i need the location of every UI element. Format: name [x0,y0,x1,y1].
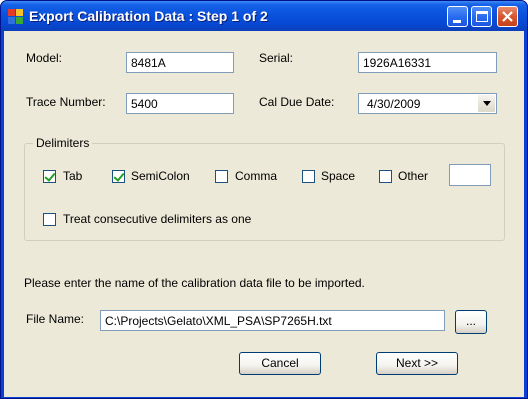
app-icon [8,9,23,24]
comma-checkbox-label[interactable]: Comma [235,169,277,183]
space-checkbox-label[interactable]: Space [321,169,355,183]
trace-number-label: Trace Number: [26,95,106,109]
serial-label: Serial: [259,51,294,65]
model-field[interactable]: 8481A [126,52,234,73]
semicolon-checkbox-label[interactable]: SemiColon [131,169,190,183]
minimize-button[interactable] [447,6,468,27]
title-bar[interactable]: Export Calibration Data : Step 1 of 2 [1,1,527,31]
cancel-button[interactable]: Cancel [239,352,321,375]
consecutive-delimiters-checkbox[interactable] [43,213,56,226]
delimiters-group: Delimiters Tab SemiColon Comma Space Oth… [24,136,505,241]
close-icon [502,11,513,22]
other-checkbox[interactable] [379,170,392,183]
instructions-text: Please enter the name of the calibration… [24,276,365,290]
file-name-field[interactable]: C:\Projects\Gelato\XML_PSA\SP7265H.txt [100,310,445,331]
maximize-icon [476,11,488,22]
maximize-button[interactable] [471,6,492,27]
space-checkbox[interactable] [302,170,315,183]
model-label: Model: [26,51,63,65]
cal-due-date-label: Cal Due Date: [259,95,335,109]
date-dropdown-button[interactable] [478,95,495,112]
export-calibration-window: Export Calibration Data : Step 1 of 2 Mo… [0,0,528,399]
comma-checkbox[interactable] [215,170,228,183]
window-title: Export Calibration Data : Step 1 of 2 [29,8,268,24]
cal-due-date-value: 4/30/2009 [367,97,421,111]
trace-number-field[interactable]: 5400 [126,93,234,114]
file-name-label: File Name: [26,312,85,326]
chevron-down-icon [483,101,491,106]
tab-checkbox[interactable] [43,170,56,183]
consecutive-delimiters-label[interactable]: Treat consecutive delimiters as one [63,212,251,226]
other-delimiter-field[interactable] [449,164,491,186]
close-button[interactable] [497,6,518,27]
dialog-client-area: Model: 8481A Serial: 1926A16331 Trace Nu… [4,31,524,397]
semicolon-checkbox[interactable] [112,170,125,183]
browse-button[interactable]: ... [455,310,487,334]
minimize-icon [453,20,461,23]
next-button[interactable]: Next >> [376,352,458,375]
delimiters-legend: Delimiters [33,136,93,150]
other-checkbox-label[interactable]: Other [398,169,428,183]
tab-checkbox-label[interactable]: Tab [63,169,82,183]
serial-field[interactable]: 1926A16331 [358,52,497,73]
cal-due-date-picker[interactable]: 4/30/2009 [358,93,497,114]
